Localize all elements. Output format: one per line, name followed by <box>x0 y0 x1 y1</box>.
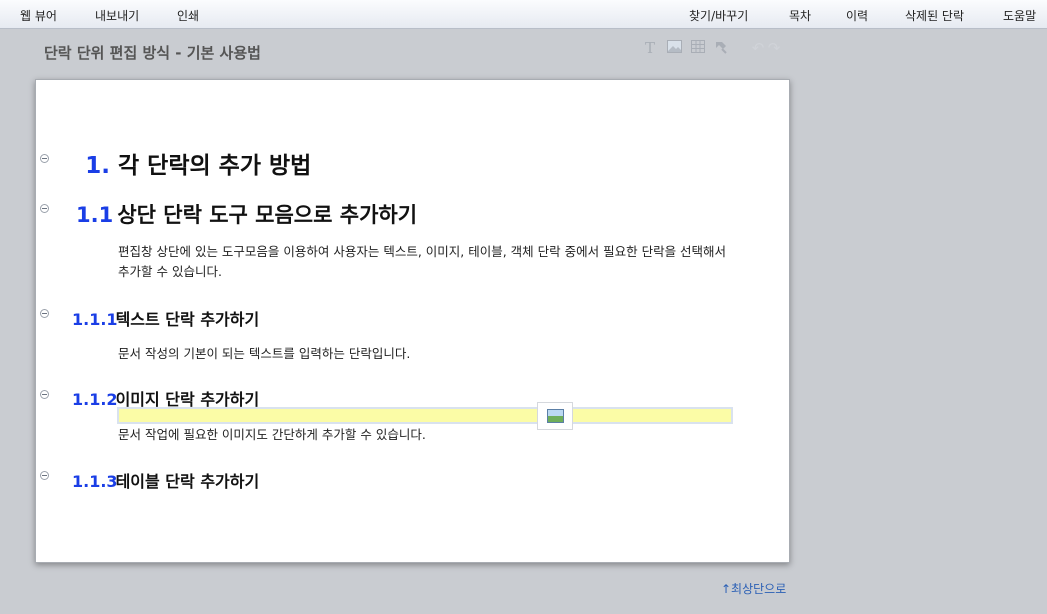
heading-text: 각 단락의 추가 방법 <box>118 153 312 179</box>
heading-number: 1.1.3 <box>72 472 118 491</box>
heading-1-1[interactable]: 1.1 상단 단락 도구 모음으로 추가하기 <box>76 199 417 229</box>
menu-deleted-paragraphs[interactable]: 삭제된 단락 <box>905 7 964 24</box>
table-icon[interactable] <box>690 40 706 56</box>
menu-history[interactable]: 이력 <box>846 7 868 24</box>
document-title: 단락 단위 편집 방식 - 기본 사용법 <box>44 44 261 62</box>
menu-print[interactable]: 인쇄 <box>177 7 199 24</box>
menu-toc[interactable]: 목차 <box>789 7 811 24</box>
image-icon[interactable] <box>666 40 682 56</box>
heading-1-1-3[interactable]: 1.1.3 테이블 단락 추가하기 <box>72 468 259 492</box>
paragraph-text[interactable]: 편집창 상단에 있는 도구모음을 이용하여 사용자는 텍스트, 이미지, 테이블… <box>118 242 735 282</box>
text-icon[interactable]: T <box>642 40 658 56</box>
document-editor[interactable]: 1. 각 단락의 추가 방법 1.1 상단 단락 도구 모음으로 추가하기 편집… <box>35 79 790 563</box>
undo-icon[interactable]: ↶ <box>750 40 766 56</box>
heading-text: 상단 단락 도구 모음으로 추가하기 <box>117 203 418 227</box>
paragraph-text[interactable]: 문서 작성의 기본이 되는 텍스트를 입력하는 단락입니다. <box>118 344 735 364</box>
heading-text: 텍스트 단락 추가하기 <box>115 310 260 329</box>
back-to-top-link[interactable]: ↑최상단으로 <box>721 580 786 597</box>
collapse-toggle-icon[interactable] <box>40 204 49 213</box>
heading-number: 1.1.2 <box>72 390 118 409</box>
redo-icon[interactable]: ↷ <box>766 40 782 56</box>
collapse-toggle-icon[interactable] <box>40 309 49 318</box>
collapse-toggle-icon[interactable] <box>40 471 49 480</box>
menu-help[interactable]: 도움말 <box>1003 7 1036 24</box>
heading-number: 1.1.1 <box>72 310 118 329</box>
menu-web-viewer[interactable]: 웹 뷰어 <box>20 7 57 24</box>
menu-bar: 웹 뷰어 내보내기 인쇄 찾기/바꾸기 목차 이력 삭제된 단락 도움말 <box>0 0 1047 29</box>
heading-number: 1.1 <box>76 203 114 227</box>
heading-number: 1. <box>85 153 110 179</box>
heading-text: 테이블 단락 추가하기 <box>115 472 260 491</box>
heading-1[interactable]: 1. 각 단락의 추가 방법 <box>76 146 311 180</box>
menu-find-replace[interactable]: 찾기/바꾸기 <box>689 7 748 24</box>
collapse-toggle-icon[interactable] <box>40 154 49 163</box>
image-paragraph-block[interactable] <box>117 407 733 424</box>
paragraph-text[interactable]: 문서 작업에 필요한 이미지도 간단하게 추가할 수 있습니다. <box>118 425 735 445</box>
heading-1-1-1[interactable]: 1.1.1 텍스트 단락 추가하기 <box>72 306 259 330</box>
image-icon <box>547 409 564 423</box>
menu-export[interactable]: 내보내기 <box>95 7 139 24</box>
object-icon[interactable] <box>712 40 728 56</box>
collapse-toggle-icon[interactable] <box>40 390 49 399</box>
